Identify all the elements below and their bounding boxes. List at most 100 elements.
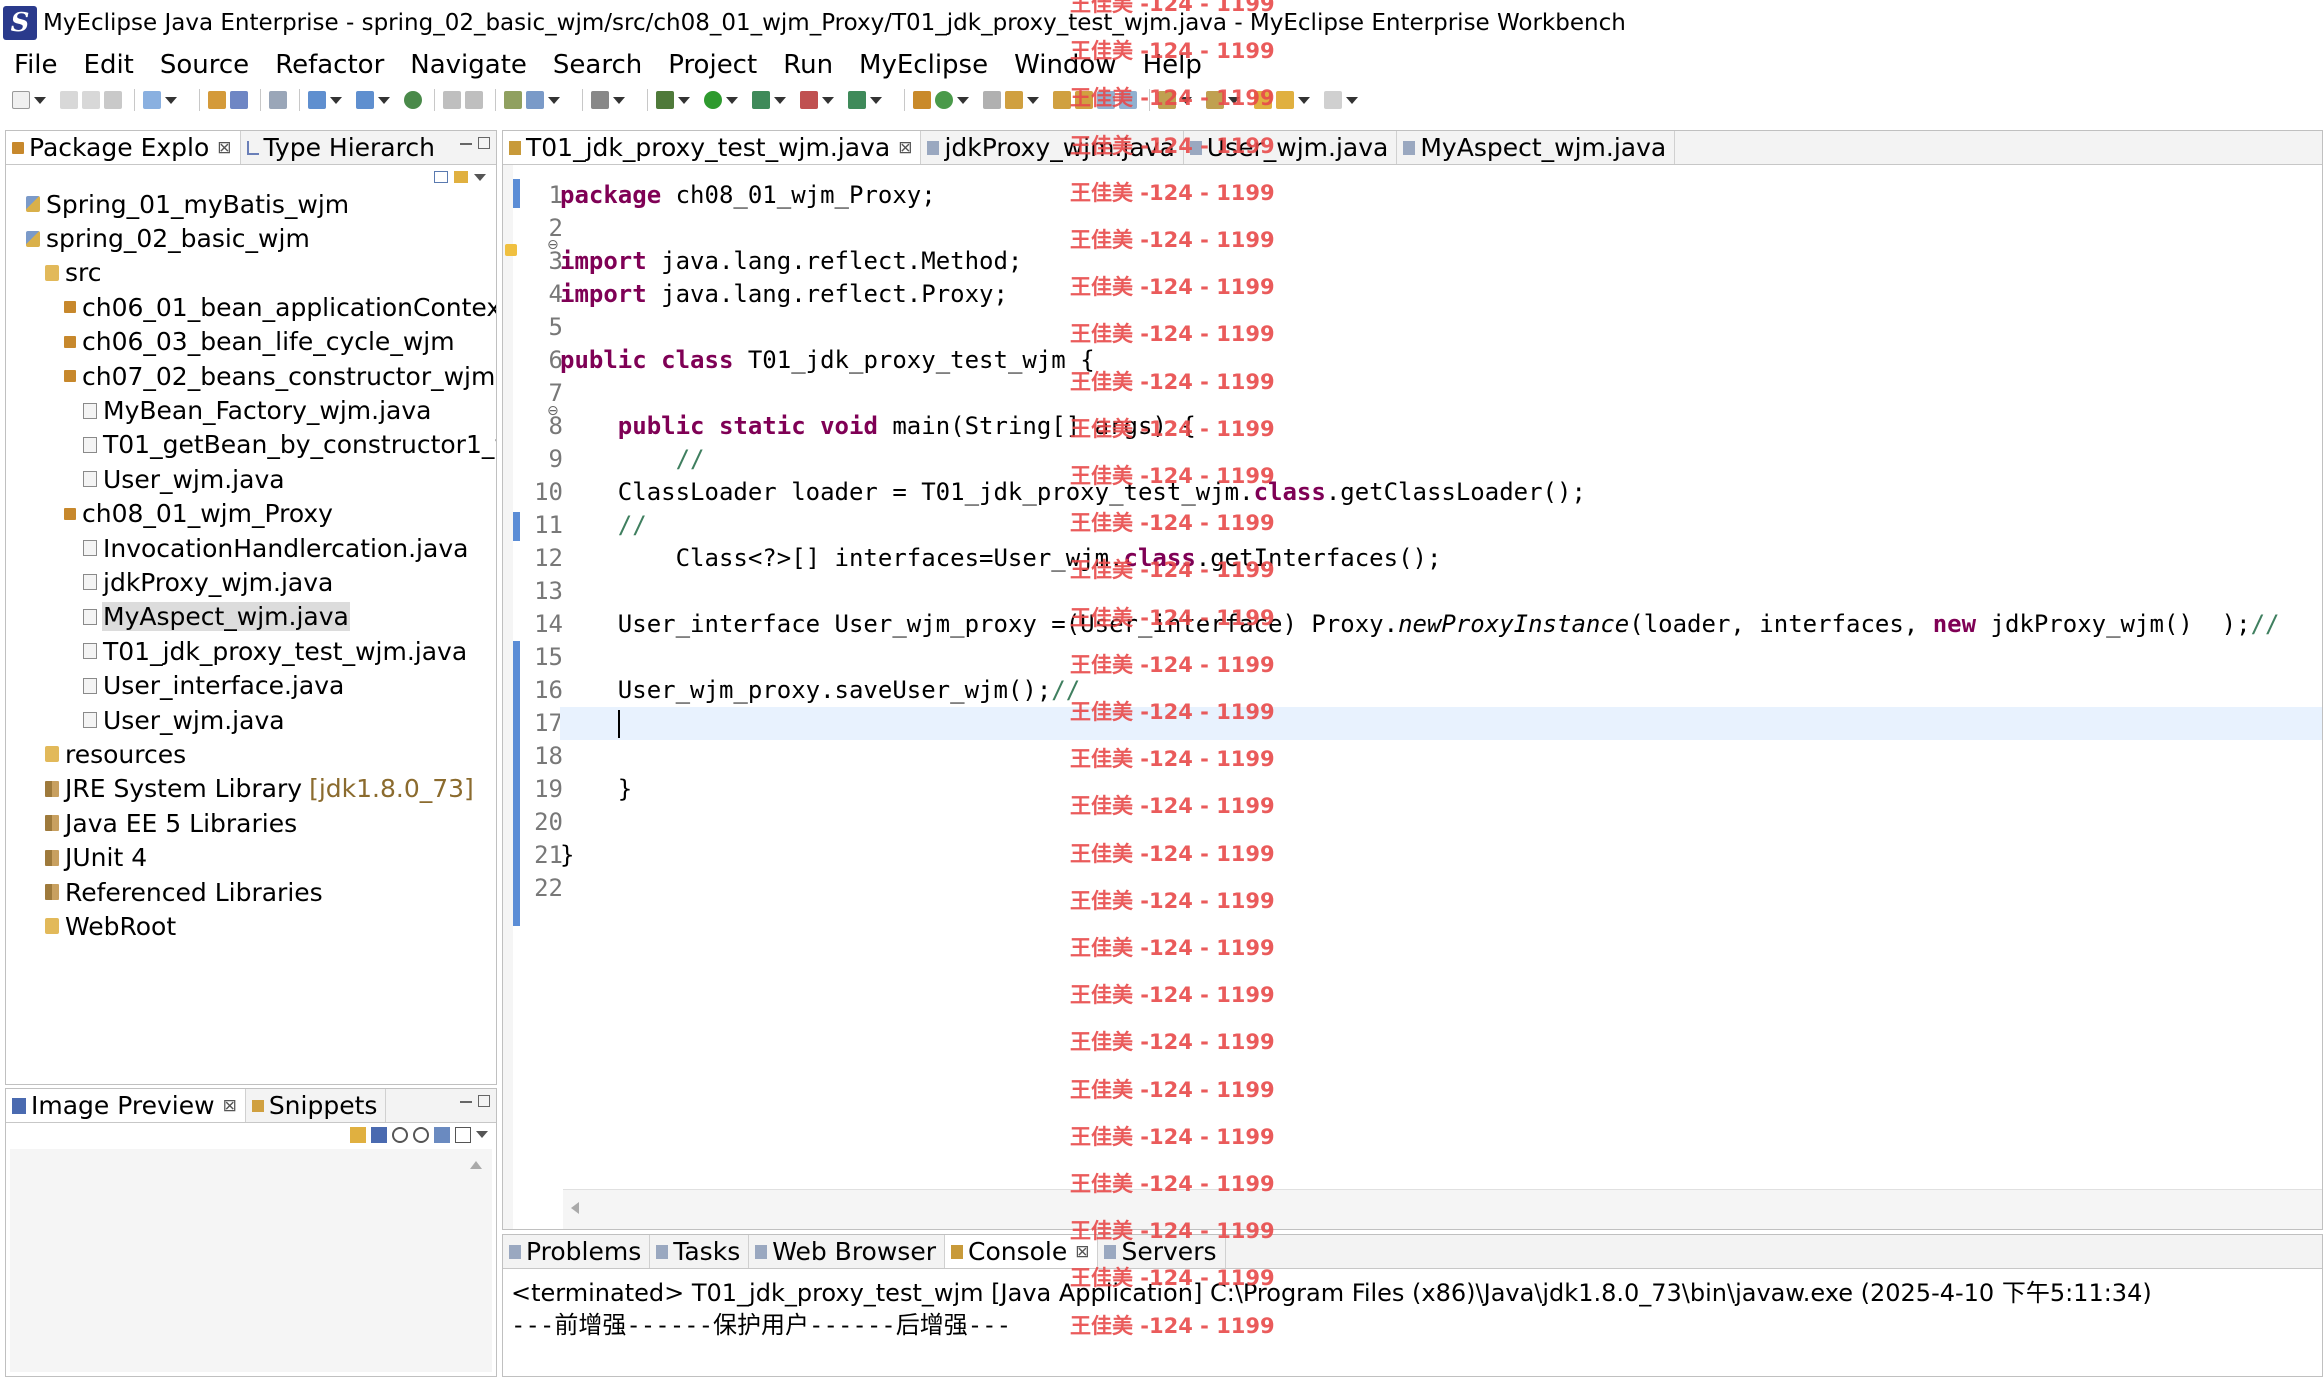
tree-item[interactable]: spring_02_basic_wjm: [6, 221, 496, 255]
menu-item-run[interactable]: Run: [770, 50, 846, 80]
scroll-left-icon[interactable]: [571, 1202, 579, 1214]
menu-item-search[interactable]: Search: [540, 50, 655, 80]
menu-item-window[interactable]: Window: [1001, 50, 1130, 80]
menu-item-navigate[interactable]: Navigate: [397, 50, 540, 80]
chevron-down-icon[interactable]: [548, 96, 560, 104]
open-task-icon[interactable]: [983, 91, 1001, 109]
tree-item[interactable]: User_wjm.java: [6, 462, 496, 496]
print-icon[interactable]: [104, 91, 122, 109]
last-edit-location-icon[interactable]: [1254, 91, 1272, 109]
tree-item[interactable]: T01_jdk_proxy_test_wjm.java: [6, 634, 496, 668]
uml-icon[interactable]: [526, 91, 544, 109]
tab-package-explorer[interactable]: Package Explo ⊠: [6, 131, 241, 164]
chevron-down-icon[interactable]: [330, 96, 342, 104]
chevron-down-icon[interactable]: [726, 96, 738, 104]
tree-item[interactable]: JUnit 4: [6, 840, 496, 874]
chevron-down-icon[interactable]: [957, 96, 969, 104]
previous-annotation-icon[interactable]: [1206, 91, 1224, 109]
maximize-icon[interactable]: [478, 1095, 490, 1107]
tree-item[interactable]: MyBean_Factory_wjm.java: [6, 393, 496, 427]
chevron-down-icon[interactable]: [378, 96, 390, 104]
menu-item-file[interactable]: File: [0, 50, 71, 80]
next-annotation-icon[interactable]: [1158, 91, 1176, 109]
tree-item[interactable]: JRE System Library [jdk1.8.0_73]: [6, 772, 496, 806]
tab-problems[interactable]: Problems: [503, 1235, 651, 1268]
chevron-down-icon[interactable]: [822, 96, 834, 104]
tree-item[interactable]: jdkProxy_wjm.java: [6, 565, 496, 599]
tab-tasks[interactable]: Tasks: [650, 1235, 750, 1268]
new-icon[interactable]: [12, 91, 30, 109]
link-with-editor-icon[interactable]: [454, 171, 468, 183]
web-service-icon[interactable]: [465, 91, 483, 109]
view-menu-icon[interactable]: [476, 1131, 488, 1138]
close-icon[interactable]: ⊠: [898, 138, 912, 158]
menu-item-refactor[interactable]: Refactor: [262, 50, 397, 80]
new-java-package-icon[interactable]: [913, 91, 931, 109]
editor-tab-t01-jdk-proxy-test-wjm-java[interactable]: T01_jdk_proxy_test_wjm.java ⊠: [503, 131, 922, 164]
chevron-down-icon[interactable]: [870, 96, 882, 104]
external-tools-icon[interactable]: [800, 91, 818, 109]
menu-item-edit[interactable]: Edit: [71, 50, 147, 80]
open-resource-icon[interactable]: [230, 91, 248, 109]
chevron-down-icon[interactable]: [774, 96, 786, 104]
image-icon[interactable]: [504, 91, 522, 109]
chevron-down-icon[interactable]: [1298, 96, 1310, 104]
profile-icon[interactable]: [848, 91, 866, 109]
tree-item[interactable]: ch06_01_bean_applicationContext_w: [6, 290, 496, 324]
minimize-icon[interactable]: [460, 143, 472, 149]
minimize-icon[interactable]: [460, 1101, 472, 1107]
tree-item[interactable]: User_wjm.java: [6, 703, 496, 737]
editor-tab-myaspect-wjm-java[interactable]: MyAspect_wjm.java: [1397, 131, 1676, 164]
forward-icon[interactable]: [1324, 91, 1342, 109]
menu-item-source[interactable]: Source: [147, 50, 262, 80]
menu-item-myeclipse[interactable]: MyEclipse: [846, 50, 1001, 80]
fit-image-icon[interactable]: [371, 1127, 387, 1143]
warning-icon[interactable]: [505, 244, 517, 256]
scroll-up-icon[interactable]: [470, 1161, 482, 1169]
tree-item[interactable]: src: [6, 256, 496, 290]
chevron-down-icon[interactable]: [613, 96, 625, 104]
tab-type-hierarchy[interactable]: Type Hierarch: [241, 131, 443, 164]
tree-item[interactable]: T01_getBean_by_constructor1_wjm: [6, 428, 496, 462]
editor-horizontal-scrollbar[interactable]: [563, 1189, 2322, 1229]
close-icon[interactable]: ⊠: [223, 1096, 237, 1116]
show-whitespace-icon[interactable]: [1097, 91, 1115, 109]
deploy-icon[interactable]: [308, 91, 326, 109]
view-menu-icon[interactable]: [474, 174, 486, 181]
open-type-icon[interactable]: [208, 91, 226, 109]
maximize-icon[interactable]: [478, 137, 490, 149]
tree-item[interactable]: InvocationHandlercation.java: [6, 531, 496, 565]
terminal-icon[interactable]: [591, 91, 609, 109]
back-icon[interactable]: [1276, 91, 1294, 109]
chevron-down-icon[interactable]: [1346, 96, 1358, 104]
tree-item[interactable]: Spring_01_myBatis_wjm: [6, 187, 496, 221]
run-icon[interactable]: [704, 91, 722, 109]
menu-item-help[interactable]: Help: [1130, 50, 1215, 80]
tree-item[interactable]: User_interface.java: [6, 668, 496, 702]
toggle-mark-occurrences-icon[interactable]: [1053, 91, 1071, 109]
tab-image-preview[interactable]: Image Preview ⊠: [6, 1089, 246, 1122]
new-java-class-icon[interactable]: [935, 91, 953, 109]
editor-tab-user-wjm-java[interactable]: User_wjm.java: [1184, 131, 1398, 164]
chevron-down-icon[interactable]: [678, 96, 690, 104]
close-icon[interactable]: ⊠: [1075, 1242, 1089, 1262]
tree-item[interactable]: resources: [6, 737, 496, 771]
chevron-down-icon[interactable]: [1180, 96, 1192, 104]
chevron-down-icon[interactable]: [34, 96, 46, 104]
tab-console[interactable]: Console ⊠: [944, 1235, 1099, 1268]
toggle-block-selection-icon[interactable]: [1075, 91, 1093, 109]
server-icon[interactable]: [269, 91, 287, 109]
tree-item[interactable]: Referenced Libraries: [6, 875, 496, 909]
close-icon[interactable]: ⊠: [217, 138, 231, 158]
editor-tab-jdkproxy-wjm-java[interactable]: jdkProxy_wjm.java: [921, 131, 1184, 164]
debug-icon[interactable]: [656, 91, 674, 109]
browser-icon[interactable]: [404, 91, 422, 109]
tab-web-browser[interactable]: Web Browser: [749, 1235, 945, 1268]
tree-item[interactable]: WebRoot: [6, 909, 496, 943]
chevron-down-icon[interactable]: [165, 96, 177, 104]
web-icon[interactable]: [443, 91, 461, 109]
new-project-icon[interactable]: [143, 91, 161, 109]
fit-window-icon[interactable]: [455, 1127, 471, 1143]
tree-item[interactable]: ch07_02_beans_constructor_wjm: [6, 359, 496, 393]
tab-servers[interactable]: Servers: [1098, 1235, 1226, 1268]
